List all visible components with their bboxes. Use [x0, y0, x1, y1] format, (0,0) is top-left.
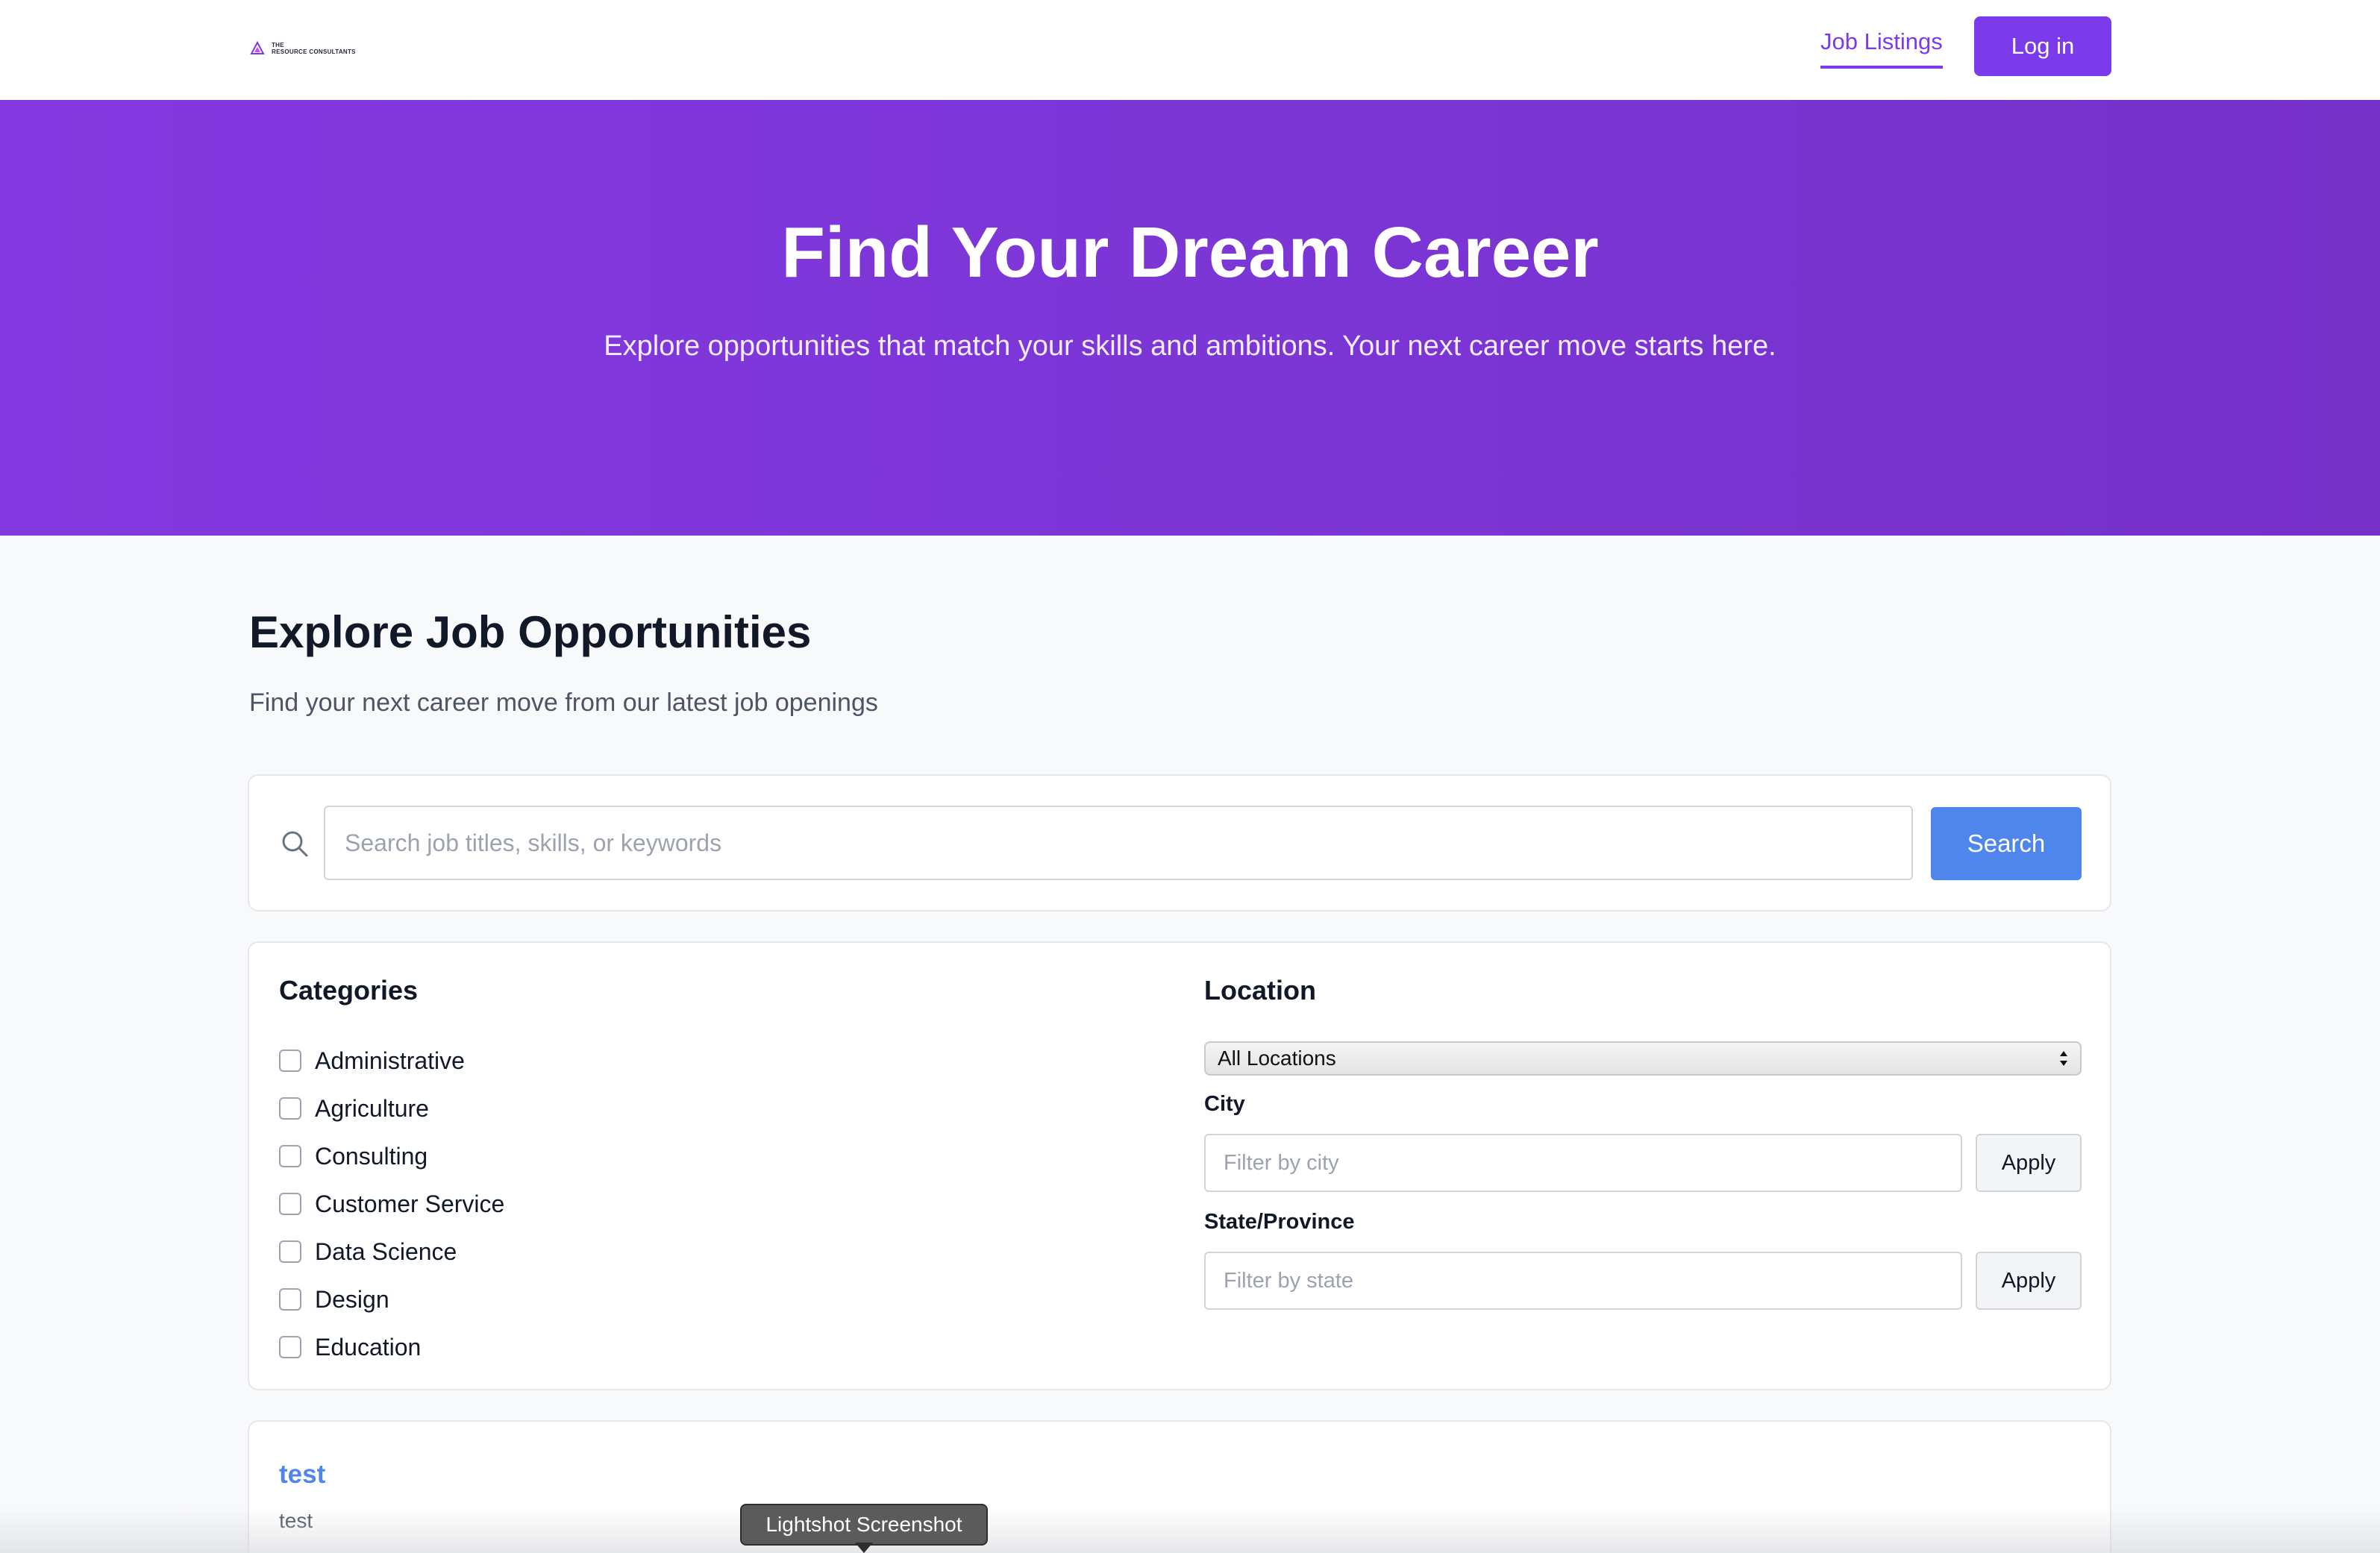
city-input[interactable] [1204, 1134, 1962, 1192]
page-title: Explore Job Opportunities [249, 607, 812, 657]
city-label: City [1204, 1092, 1245, 1116]
apply-city-button[interactable]: Apply [1976, 1134, 2082, 1192]
select-arrows-icon [2060, 1051, 2067, 1066]
page-subtitle: Find your next career move from our late… [249, 688, 878, 717]
hero-title: Find Your Dream Career [781, 213, 1599, 292]
state-input[interactable] [1204, 1252, 1962, 1310]
category-checkbox[interactable] [279, 1050, 301, 1072]
category-item-agriculture[interactable]: Agriculture [279, 1085, 504, 1132]
search-card: Search [248, 774, 2111, 912]
category-checkbox[interactable] [279, 1288, 301, 1311]
categories-heading: Categories [279, 975, 419, 1005]
apply-state-button[interactable]: Apply [1976, 1252, 2082, 1310]
category-label: Design [315, 1285, 389, 1313]
category-item-data-science[interactable]: Data Science [279, 1228, 504, 1276]
location-select[interactable]: All Locations [1204, 1041, 2082, 1076]
nav-job-listings[interactable]: Job Listings [1820, 27, 1943, 69]
tooltip: Lightshot Screenshot [740, 1504, 988, 1546]
category-item-design[interactable]: Design [279, 1276, 504, 1323]
category-checkbox[interactable] [279, 1336, 301, 1358]
category-label: Education [315, 1333, 422, 1361]
logo-text-top: THE [272, 42, 284, 48]
category-label: Consulting [315, 1142, 428, 1170]
top-navbar: THE RESOURCE CONSULTANTS Job Listings Lo… [0, 0, 2380, 100]
hero-banner: Find Your Dream Career Explore opportuni… [0, 100, 2380, 536]
hero-subtitle: Explore opportunities that match your sk… [604, 330, 1776, 362]
location-select-value: All Locations [1218, 1047, 1336, 1070]
job-title-link[interactable]: test [279, 1458, 325, 1492]
logo-text: THE RESOURCE CONSULTANTS [272, 42, 356, 55]
category-label: Administrative [315, 1047, 465, 1074]
category-checkbox[interactable] [279, 1240, 301, 1263]
job-company: test [279, 1509, 313, 1532]
category-label: Agriculture [315, 1094, 429, 1122]
category-checkbox[interactable] [279, 1097, 301, 1120]
logo-mark-icon [250, 40, 265, 54]
location-heading: Location [1204, 975, 1316, 1005]
search-input[interactable] [324, 806, 1913, 880]
search-icon [282, 831, 308, 857]
filters-card: Categories Administrative Agriculture Co… [248, 941, 2111, 1390]
job-card: test test [248, 1420, 2111, 1553]
category-label: Data Science [315, 1237, 457, 1265]
category-item-customer-service[interactable]: Customer Service [279, 1180, 504, 1228]
category-item-consulting[interactable]: Consulting [279, 1132, 504, 1180]
logo-text-bottom: RESOURCE CONSULTANTS [272, 48, 356, 55]
category-checkbox[interactable] [279, 1145, 301, 1167]
logo[interactable]: THE RESOURCE CONSULTANTS [249, 39, 356, 58]
category-checkbox[interactable] [279, 1193, 301, 1215]
category-label: Customer Service [315, 1190, 505, 1217]
category-list: Administrative Agriculture Consulting Cu… [279, 1037, 504, 1371]
tooltip-tail [855, 1543, 873, 1553]
state-label: State/Province [1204, 1210, 1355, 1234]
category-item-administrative[interactable]: Administrative [279, 1037, 504, 1085]
search-button[interactable]: Search [1931, 807, 2082, 880]
category-item-education[interactable]: Education [279, 1323, 504, 1371]
login-button[interactable]: Log in [1974, 16, 2111, 76]
